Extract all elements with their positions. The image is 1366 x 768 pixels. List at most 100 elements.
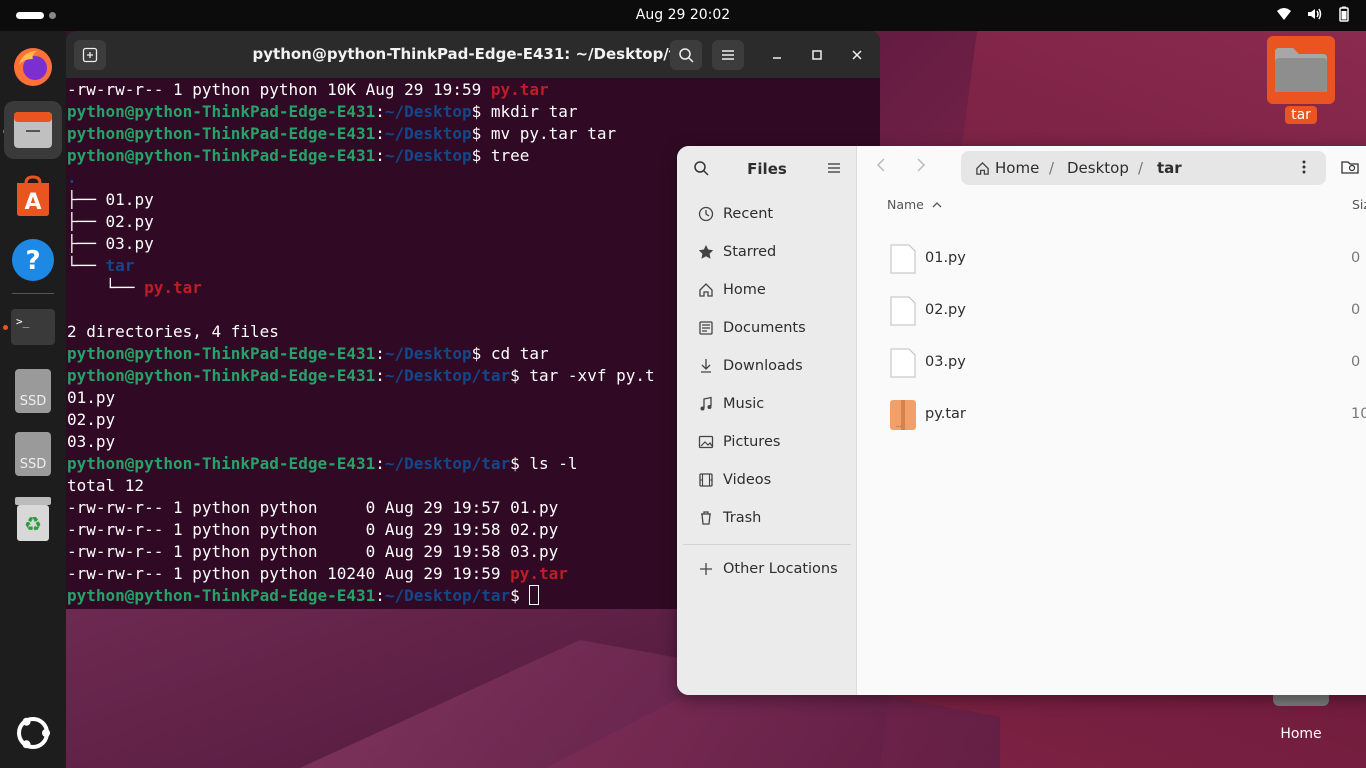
terminal-title: python@python-ThinkPad-Edge-E431: ~/Desk… — [252, 45, 694, 63]
new-folder-button[interactable] — [1341, 159, 1359, 179]
terminal-launcher[interactable]: >_ — [10, 304, 56, 350]
terminal-header[interactable]: python@python-ThinkPad-Edge-E431: ~/Desk… — [66, 31, 880, 78]
file-name: 03.py — [925, 354, 966, 370]
battery-icon — [1339, 6, 1349, 22]
minimize-icon — [773, 57, 781, 59]
wifi-icon — [1277, 8, 1291, 20]
sidebar-item-label: Home — [723, 282, 766, 298]
svg-text:...: ... — [896, 422, 902, 429]
app-center-launcher[interactable]: A — [10, 173, 56, 219]
dock: A ? >_ SSD SSD ♻ — [0, 31, 66, 768]
files-window[interactable]: Files Recent Starred Home Documents Down… — [677, 146, 1366, 695]
sidebar-item-videos[interactable]: Videos — [683, 462, 851, 498]
svg-text:>_: >_ — [16, 315, 30, 328]
dock-separator — [12, 293, 54, 294]
help-launcher[interactable]: ? — [10, 237, 56, 283]
trash-launcher[interactable]: ♻ — [10, 496, 56, 542]
search-button[interactable] — [670, 40, 702, 70]
svg-text:SSD: SSD — [20, 394, 47, 409]
sidebar-item-label: Starred — [723, 244, 777, 260]
firefox-launcher[interactable] — [10, 44, 56, 90]
files-icon — [14, 112, 52, 148]
system-tray[interactable] — [1276, 6, 1352, 22]
text-file-icon — [890, 244, 916, 274]
file-size: 0 b — [1351, 302, 1366, 318]
chevron-left-icon — [876, 158, 885, 172]
files-sidebar: Files Recent Starred Home Documents Down… — [677, 146, 857, 695]
sidebar-item-documents[interactable]: Documents — [683, 310, 851, 346]
running-indicator — [3, 325, 8, 330]
folder-search-icon — [1341, 161, 1359, 174]
sidebar-item-label: Pictures — [723, 434, 781, 450]
back-button[interactable] — [876, 158, 886, 176]
breadcrumb-desktop[interactable]: Desktop — [1067, 159, 1129, 177]
ssd-drive-icon: SSD — [15, 432, 51, 476]
sidebar-item-label: Trash — [723, 510, 762, 526]
sidebar-item-pictures[interactable]: Pictures — [683, 424, 851, 460]
column-header-name[interactable]: Name — [887, 197, 942, 212]
clock-icon — [697, 205, 715, 223]
ssd-drive-icon: SSD — [15, 369, 51, 413]
sidebar-item-recent[interactable]: Recent — [683, 196, 851, 232]
star-icon — [697, 243, 715, 261]
minimize-button[interactable] — [765, 43, 789, 67]
maximize-button[interactable] — [805, 43, 829, 67]
sidebar-item-home[interactable]: Home — [683, 272, 851, 308]
sidebar-item-trash[interactable]: Trash — [683, 500, 851, 536]
breadcrumb[interactable]: Home / Desktop / tar — [961, 151, 1326, 185]
sort-ascending-icon — [932, 202, 942, 208]
chevron-right-icon — [917, 158, 926, 172]
path-menu-button[interactable] — [1302, 160, 1306, 178]
kebab-icon — [1302, 160, 1306, 174]
download-icon — [697, 357, 715, 375]
hamburger-icon — [722, 50, 734, 60]
picture-icon — [697, 433, 715, 451]
sidebar-item-label: Videos — [723, 472, 772, 488]
sidebar-item-starred[interactable]: Starred — [683, 234, 851, 270]
file-row[interactable]: 02.py 0 b — [858, 288, 1366, 334]
column-header-size[interactable]: Siz — [1352, 197, 1366, 212]
close-icon — [852, 50, 862, 60]
desktop-home-folder[interactable]: Home — [1268, 690, 1334, 742]
plus-icon — [697, 560, 715, 578]
ssd-drive-launcher[interactable]: SSD — [10, 368, 56, 414]
svg-text:SSD: SSD — [20, 457, 47, 472]
video-icon — [697, 471, 715, 489]
files-content: Home / Desktop / tar Name Siz 01.py 0 b … — [858, 146, 1366, 695]
breadcrumb-home[interactable]: Home — [995, 159, 1039, 177]
terminal-cursor — [529, 585, 540, 605]
document-icon — [697, 319, 715, 337]
file-size: 0 b — [1351, 354, 1366, 370]
sidebar-item-other-locations[interactable]: Other Locations — [683, 551, 851, 587]
sidebar-item-music[interactable]: Music — [683, 386, 851, 422]
sidebar-item-downloads[interactable]: Downloads — [683, 348, 851, 384]
desktop-tar-folder[interactable]: tar — [1267, 36, 1335, 124]
hamburger-icon — [828, 163, 840, 173]
forward-button[interactable] — [916, 158, 926, 176]
sidebar-item-label: Recent — [723, 206, 774, 222]
svg-text:♻: ♻ — [24, 512, 42, 536]
terminal-icon: >_ — [11, 309, 55, 345]
terminal-line: python@python-ThinkPad-Edge-E431:~/Deskt… — [67, 102, 578, 121]
top-bar: Aug 29 20:02 — [0, 0, 1366, 31]
svg-text:A: A — [24, 190, 41, 215]
menu-button[interactable] — [712, 40, 744, 70]
sidebar-separator — [683, 544, 851, 545]
file-row[interactable]: 03.py 0 b — [858, 340, 1366, 386]
sidebar-menu-button[interactable] — [827, 160, 841, 179]
file-row[interactable]: ... py.tar 10 — [858, 392, 1366, 438]
music-icon — [697, 395, 715, 413]
breadcrumb-separator: / — [1138, 159, 1144, 177]
archive-file-icon: ... — [890, 400, 916, 430]
breadcrumb-tar[interactable]: tar — [1157, 159, 1182, 177]
search-icon — [679, 48, 694, 63]
close-button[interactable] — [845, 43, 869, 67]
ssd-drive-launcher[interactable]: SSD — [10, 431, 56, 477]
file-row[interactable]: 01.py 0 b — [858, 236, 1366, 282]
text-file-icon — [890, 348, 916, 378]
files-launcher[interactable] — [4, 101, 62, 159]
show-apps-button[interactable] — [10, 710, 56, 756]
clock[interactable]: Aug 29 20:02 — [0, 7, 1366, 23]
sidebar-item-label: Other Locations — [723, 561, 838, 577]
file-size: 0 b — [1351, 250, 1366, 266]
